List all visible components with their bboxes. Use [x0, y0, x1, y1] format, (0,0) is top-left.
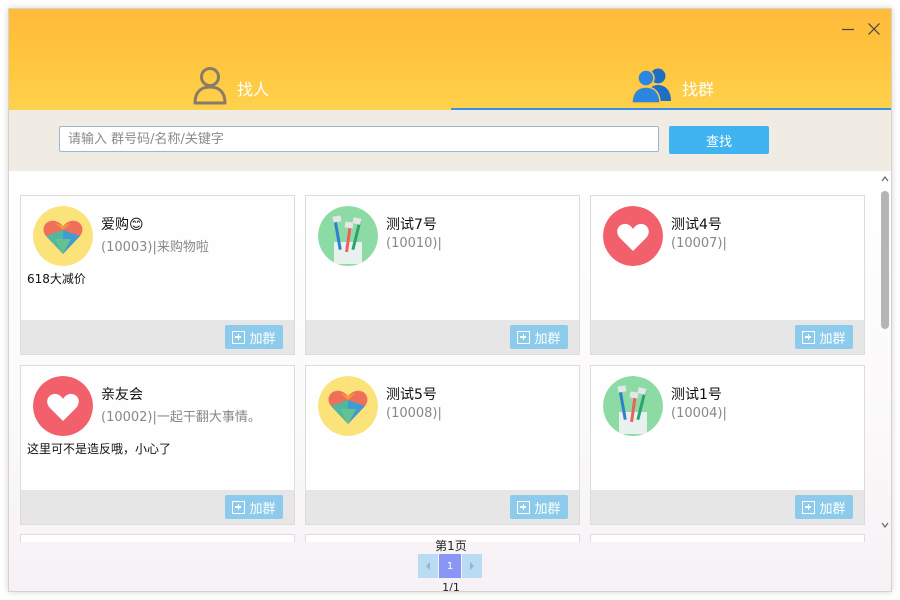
group-id-intro: (10004)| [671, 406, 727, 421]
tab-find-people[interactable]: 找人 [9, 61, 451, 110]
group-id-intro: (10010)| [386, 236, 442, 251]
group-avatar [33, 206, 93, 266]
group-card: 测试4号 (10007)| 加群 [590, 195, 865, 355]
plus-icon [802, 500, 816, 514]
plus-icon [802, 330, 816, 344]
vertical-scrollbar[interactable] [877, 171, 891, 533]
join-button-label: 加群 [819, 331, 846, 347]
group-icon [631, 68, 671, 104]
scroll-up-button[interactable] [881, 175, 889, 183]
join-button-label: 加群 [249, 501, 276, 517]
card-footer: 加群 [306, 320, 579, 354]
join-group-button[interactable]: 加群 [795, 325, 853, 349]
group-card: 测试5号 (10008)| 加群 [305, 365, 580, 525]
toothbrush-icon [603, 376, 663, 436]
search-button[interactable]: 查找 [669, 126, 769, 154]
group-name: 测试5号 [386, 387, 437, 403]
next-page-button[interactable] [462, 554, 482, 578]
group-name: 测试7号 [386, 217, 437, 233]
group-avatar [603, 376, 663, 436]
group-name: 测试4号 [671, 217, 722, 233]
join-button-label: 加群 [534, 501, 561, 517]
card-footer: 加群 [21, 490, 294, 524]
join-group-button[interactable]: 加群 [795, 495, 853, 519]
scroll-down-button[interactable] [881, 521, 889, 529]
scroll-thumb[interactable] [881, 191, 889, 329]
chevron-right-icon [470, 562, 474, 570]
join-group-button[interactable]: 加群 [225, 325, 283, 349]
chevron-left-icon [426, 562, 430, 570]
group-avatar [318, 376, 378, 436]
group-avatar [318, 206, 378, 266]
minimize-icon [842, 28, 854, 31]
group-avatar [603, 206, 663, 266]
page-total: 1/1 [442, 581, 460, 591]
join-button-label: 加群 [534, 331, 561, 347]
group-description: 618大减价 [27, 272, 86, 286]
card-footer: 加群 [21, 320, 294, 354]
card-footer: 加群 [306, 490, 579, 524]
page-label: 第1页 [435, 539, 467, 553]
group-card: 爱购😊 (10003)|来购物啦 618大减价 加群 [20, 195, 295, 355]
heart-icon [603, 206, 663, 266]
card-footer: 加群 [591, 320, 864, 354]
group-name: 测试1号 [671, 387, 722, 403]
search-input[interactable] [59, 126, 659, 152]
group-card: 测试1号 (10004)| 加群 [590, 365, 865, 525]
join-button-label: 加群 [249, 331, 276, 347]
group-card: 亲友会 (10002)|一起干翻大事情。 这里可不是造反哦，小心了 加群 [20, 365, 295, 525]
current-page-button[interactable]: 1 [439, 554, 461, 578]
pagination: 第1页 1 1/1 [9, 533, 877, 591]
plus-icon [517, 330, 531, 344]
heart-gem-icon [318, 376, 378, 436]
join-group-button[interactable]: 加群 [510, 325, 568, 349]
tab-find-people-label: 找人 [236, 80, 269, 99]
group-id-intro: (10002)|一起干翻大事情。 [101, 410, 261, 425]
tab-find-group[interactable]: 找群 [451, 61, 891, 110]
join-group-button[interactable]: 加群 [225, 495, 283, 519]
group-results: 爱购😊 (10003)|来购物啦 618大减价 加群 测试7号 (10010)|… [9, 171, 891, 591]
minimize-button[interactable] [835, 18, 861, 40]
join-button-label: 加群 [819, 501, 846, 517]
plus-icon [232, 500, 246, 514]
window-header: 找人 找群 [9, 9, 891, 110]
join-group-button[interactable]: 加群 [510, 495, 568, 519]
tab-find-group-label: 找群 [681, 80, 714, 99]
page-controls: 1 [418, 554, 482, 578]
heart-icon [33, 376, 93, 436]
group-card: 测试7号 (10010)| 加群 [305, 195, 580, 355]
card-footer: 加群 [591, 490, 864, 524]
group-name: 亲友会 [101, 387, 143, 403]
chevron-up-icon [881, 176, 889, 182]
tab-bar: 找人 找群 [9, 61, 891, 110]
group-description: 这里可不是造反哦，小心了 [27, 442, 172, 456]
chevron-down-icon [881, 522, 889, 528]
prev-page-button[interactable] [418, 554, 438, 578]
group-id-intro: (10003)|来购物啦 [101, 240, 209, 255]
search-bar: 查找 [9, 110, 891, 171]
plus-icon [232, 330, 246, 344]
close-button[interactable] [861, 18, 887, 40]
person-icon [193, 67, 227, 105]
group-id-intro: (10007)| [671, 236, 727, 251]
group-name: 爱购😊 [101, 217, 144, 233]
find-group-window: 找人 找群 查找 [8, 8, 892, 592]
toothbrush-icon [318, 206, 378, 266]
close-icon [868, 23, 880, 35]
group-id-intro: (10008)| [386, 406, 442, 421]
group-avatar [33, 376, 93, 436]
plus-icon [517, 500, 531, 514]
heart-gem-icon [33, 206, 93, 266]
